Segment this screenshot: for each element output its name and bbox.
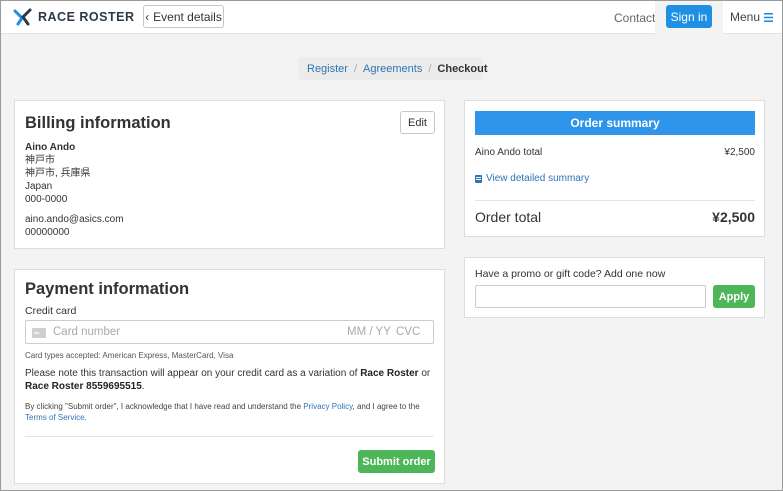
promo-code-input[interactable] [475,285,706,308]
terms-of-service-link[interactable]: Terms of Service [25,413,85,422]
card-number-field[interactable]: Card number [53,326,120,338]
submit-order-button[interactable]: Submit order [358,450,435,473]
note-or: or [418,368,431,379]
logo-text: RACE ROSTER [38,10,135,24]
document-icon [475,174,482,183]
address-postal: 000-0000 [25,194,68,205]
hamburger-icon [764,12,774,22]
signin-area: Sign in [655,1,723,34]
billing-name: Aino Ando [25,142,76,153]
menu-label: Menu [730,10,761,24]
detail-link-label: View detailed summary [486,173,590,184]
view-detailed-summary-link[interactable]: View detailed summary [475,173,589,184]
statement-note: Please note this transaction will appear… [25,367,435,393]
credit-card-icon [32,328,46,338]
billing-title: Billing information [25,114,171,132]
breadcrumb-separator: / [428,62,432,75]
privacy-policy-link[interactable]: Privacy Policy [303,402,352,411]
order-summary-panel: Order summary Aino Ando total ¥2,500 Vie… [464,100,765,237]
order-total: Order total ¥2,500 [475,209,755,225]
expiry-field[interactable]: MM / YY [347,326,391,338]
billing-address: Aino Ando 神戸市 神戸市, 兵庫県 Japan 000-0000 [25,141,91,206]
billing-contact: aino.ando@asics.com 00000000 [25,213,124,239]
promo-label: Have a promo or gift code? Add one now [475,268,666,280]
credit-card-label: Credit card [25,305,77,317]
breadcrumb-register[interactable]: Register [307,63,348,75]
race-roster-logo[interactable]: RACE ROSTER [13,7,134,27]
sign-in-button[interactable]: Sign in [666,5,712,28]
contact-link[interactable]: Contact [614,11,655,25]
terms-middle: , and I agree to the [352,402,420,411]
billing-email: aino.ando@asics.com [25,214,124,225]
logo-icon [13,8,32,26]
event-details-label: Event details [153,9,222,24]
terms-suffix: . [84,413,87,422]
line-item-label: Aino Ando total [475,147,543,158]
note-suffix: . [141,381,145,392]
line-item: Aino Ando total ¥2,500 [475,147,755,158]
credit-card-input[interactable]: Card number MM / YY CVC [25,320,434,344]
top-nav: RACE ROSTER ‹ Event details Contact Sign… [1,1,782,34]
payment-title: Payment information [25,280,190,298]
billing-phone: 00000000 [25,227,70,238]
note-merchant1: Race Roster [360,368,419,379]
breadcrumb-separator: / [353,62,358,75]
cvc-field[interactable]: CVC [396,326,420,338]
divider [25,436,434,437]
line-item-amount: ¥2,500 [724,147,755,158]
order-summary-title: Order summary [475,111,755,135]
accepted-cards-text: Card types accepted: American Express, M… [25,351,234,360]
chevron-left-icon: ‹ [145,9,150,24]
breadcrumb: Register / Agreements / Checkout [298,57,488,80]
payment-panel: Payment information Credit card Card num… [14,269,445,484]
address-line2: 神戸市, 兵庫県 [25,168,91,179]
terms-text: By clicking "Submit order", I acknowledg… [25,401,435,423]
event-details-button[interactable]: ‹ Event details [143,5,224,28]
breadcrumb-checkout: Checkout [437,62,488,75]
breadcrumb-agreements[interactable]: Agreements [363,63,422,75]
promo-panel: Have a promo or gift code? Add one now A… [464,257,765,318]
divider [475,200,755,201]
note-prefix: Please note this transaction will appear… [25,368,361,379]
billing-panel: Billing information Edit Aino Ando 神戸市 神… [14,100,445,249]
address-line1: 神戸市 [25,155,55,166]
terms-prefix: By clicking "Submit order", I acknowledg… [25,402,304,411]
address-country: Japan [25,181,53,192]
order-total-amount: ¥2,500 [712,209,755,225]
apply-button[interactable]: Apply [713,285,755,308]
edit-billing-button[interactable]: Edit [400,111,435,134]
menu-button[interactable]: Menu [730,10,774,24]
note-merchant2: Race Roster 8559695515 [25,381,142,392]
order-total-label: Order total [475,209,542,225]
